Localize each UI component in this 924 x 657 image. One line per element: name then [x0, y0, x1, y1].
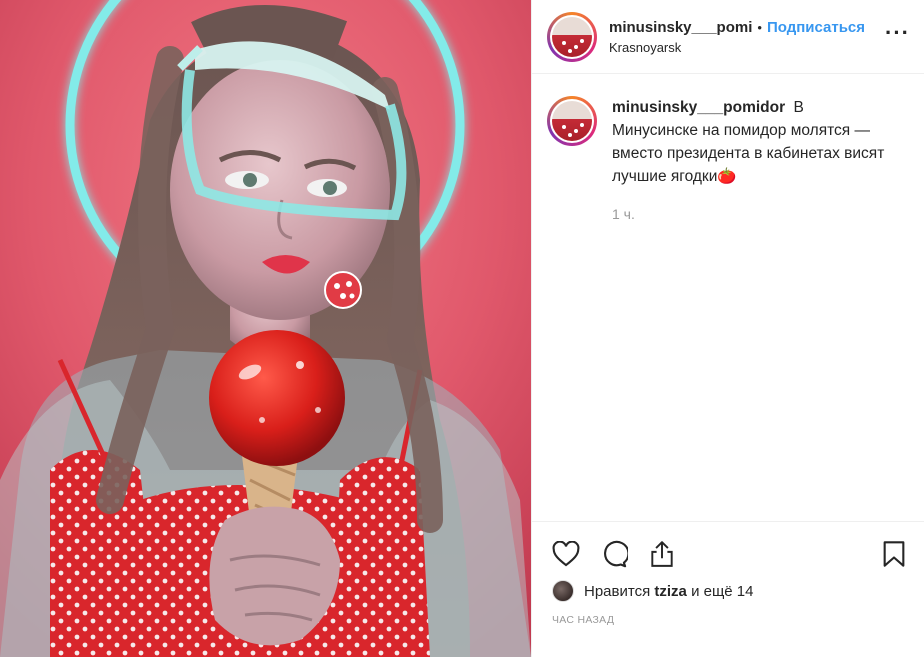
- action-bar: [532, 522, 924, 572]
- liker-username[interactable]: tziza: [654, 583, 687, 600]
- instagram-post: minusinsky___pomi • Подписаться Krasnoya…: [0, 0, 924, 657]
- portrait-illustration: [0, 0, 531, 657]
- author-avatar[interactable]: [547, 11, 597, 62]
- avatar-image: [552, 16, 592, 57]
- caption-comment: minusinsky___pomidor В Минусинске на пом…: [532, 74, 924, 222]
- header-text: minusinsky___pomi • Подписаться Krasnoya…: [609, 19, 865, 55]
- post-footer: Нравится tziza и ещё 14 час назад: [532, 521, 924, 626]
- follow-button[interactable]: Подписаться: [767, 19, 865, 36]
- likes-count-link[interactable]: и ещё 14: [691, 583, 753, 600]
- bookmark-icon[interactable]: [878, 538, 910, 570]
- author-username[interactable]: minusinsky___pomi: [609, 19, 752, 36]
- header-separator: •: [757, 19, 762, 35]
- caption-time[interactable]: 1 ч.: [612, 206, 888, 222]
- comment-icon[interactable]: [598, 538, 630, 570]
- likes-summary: Нравится tziza и ещё 14: [532, 572, 924, 602]
- location-link[interactable]: Krasnoyarsk: [609, 40, 865, 55]
- avatar-image: [552, 101, 592, 141]
- post-header: minusinsky___pomi • Подписаться Krasnoya…: [532, 0, 924, 74]
- caption-avatar[interactable]: [547, 96, 597, 146]
- post-photo[interactable]: [0, 0, 531, 657]
- likes-prefix: Нравится: [584, 582, 651, 600]
- more-options-icon[interactable]: ···: [885, 22, 910, 44]
- post-side-panel: minusinsky___pomi • Подписаться Krasnoya…: [531, 0, 924, 657]
- caption-text-block: minusinsky___pomidor В Минусинске на пом…: [612, 96, 888, 188]
- caption-username[interactable]: minusinsky___pomidor: [612, 99, 785, 116]
- post-timestamp[interactable]: час назад: [532, 602, 924, 626]
- liker-avatar[interactable]: [552, 580, 574, 602]
- share-icon[interactable]: [646, 538, 678, 570]
- heart-icon[interactable]: [550, 538, 582, 570]
